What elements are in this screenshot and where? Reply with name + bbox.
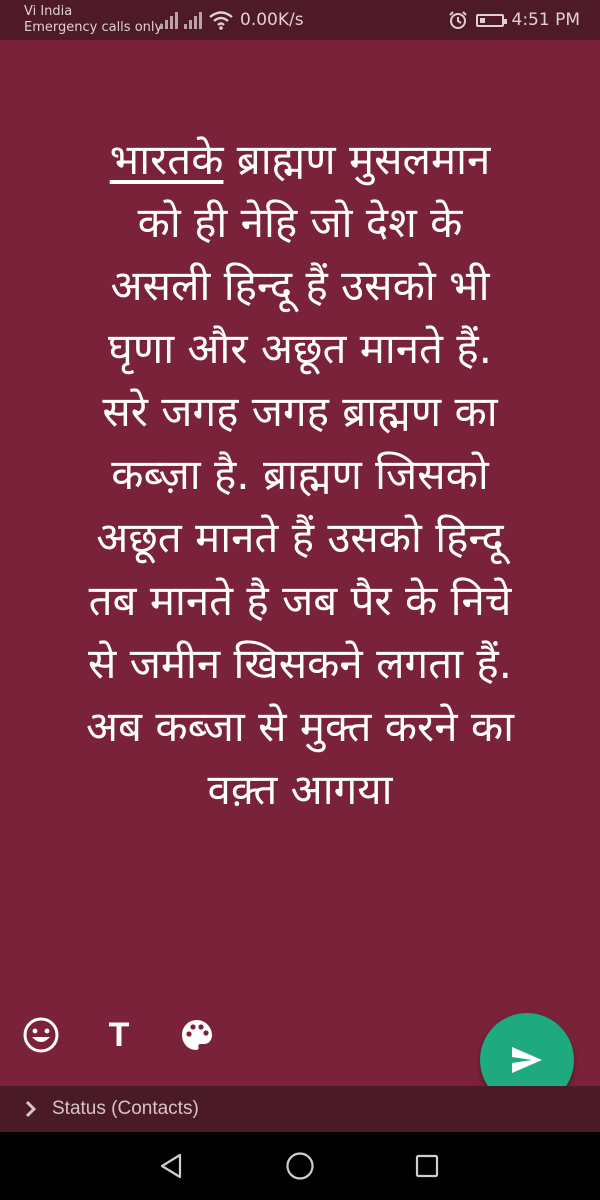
color-palette-button[interactable] bbox=[176, 1014, 218, 1056]
recents-button[interactable] bbox=[410, 1149, 444, 1183]
status-text-line-1: भारतके ब्राह्मण मुसलमान bbox=[20, 128, 580, 191]
battery-icon bbox=[475, 13, 507, 27]
home-button[interactable] bbox=[283, 1149, 317, 1183]
status-text-line-1-rest: ब्राह्मण मुसलमान bbox=[223, 135, 491, 184]
status-text-line: असली हिन्दू हैं उसको भी bbox=[110, 261, 490, 310]
status-text-line: वक़्त आगया bbox=[207, 765, 393, 814]
status-audience-bar[interactable]: Status (Contacts) bbox=[0, 1086, 600, 1132]
emoji-button[interactable] bbox=[20, 1014, 62, 1056]
back-button[interactable] bbox=[154, 1149, 188, 1183]
audience-label: Status (Contacts) bbox=[52, 1098, 199, 1119]
recents-icon bbox=[415, 1154, 439, 1178]
wifi-icon bbox=[209, 11, 233, 30]
carrier-name: Vi India bbox=[24, 4, 73, 19]
status-text-line: सरे जगह जगह ब्राह्मण का bbox=[102, 387, 498, 436]
signal-icon bbox=[160, 11, 178, 29]
network-speed: 0.00K/s bbox=[240, 10, 304, 30]
status-text-line: कब्ज़ा है. ब्राह्मण जिसको bbox=[111, 450, 489, 499]
send-icon bbox=[512, 1047, 542, 1073]
status-text-line: अब कब्जा से मुक्त करने का bbox=[85, 702, 515, 751]
palette-icon bbox=[182, 1020, 212, 1050]
status-text-line: तब मानते है जब पैर के निचे bbox=[88, 576, 512, 625]
emoji-icon bbox=[23, 1017, 59, 1053]
status-icons-left: 0.00K/s bbox=[160, 8, 304, 32]
status-icons-right: 4:51 PM bbox=[448, 8, 581, 32]
alarm-icon bbox=[448, 11, 467, 29]
status-text-underlined-word: भारतके bbox=[109, 135, 224, 184]
status-text-body[interactable]: भारतके ब्राह्मण मुसलमान को ही नेहि जो दे… bbox=[20, 128, 580, 821]
status-text-line: घृणा और अछूत मानते हैं. bbox=[108, 324, 492, 373]
network-note: Emergency calls only bbox=[24, 20, 163, 35]
status-text-line: अछूत मानते हैं उसको हिन्दू bbox=[96, 513, 504, 562]
clock: 4:51 PM bbox=[511, 10, 581, 30]
text-style-button[interactable]: T bbox=[98, 1014, 140, 1056]
status-toolbar: T bbox=[20, 1014, 218, 1056]
carrier-info: Vi India Emergency calls only bbox=[24, 4, 162, 36]
chevron-right-icon bbox=[25, 1100, 37, 1118]
status-bar: Vi India Emergency calls only 0.00K/s 4:… bbox=[0, 0, 600, 40]
home-icon bbox=[286, 1152, 314, 1180]
status-text-line: से जमीन खिसकने लगता हैं. bbox=[87, 639, 513, 688]
back-icon bbox=[160, 1153, 182, 1179]
status-text-line: को ही नेहि जो देश के bbox=[137, 198, 463, 247]
navigation-bar bbox=[0, 1132, 600, 1200]
signal-icon bbox=[184, 11, 202, 29]
